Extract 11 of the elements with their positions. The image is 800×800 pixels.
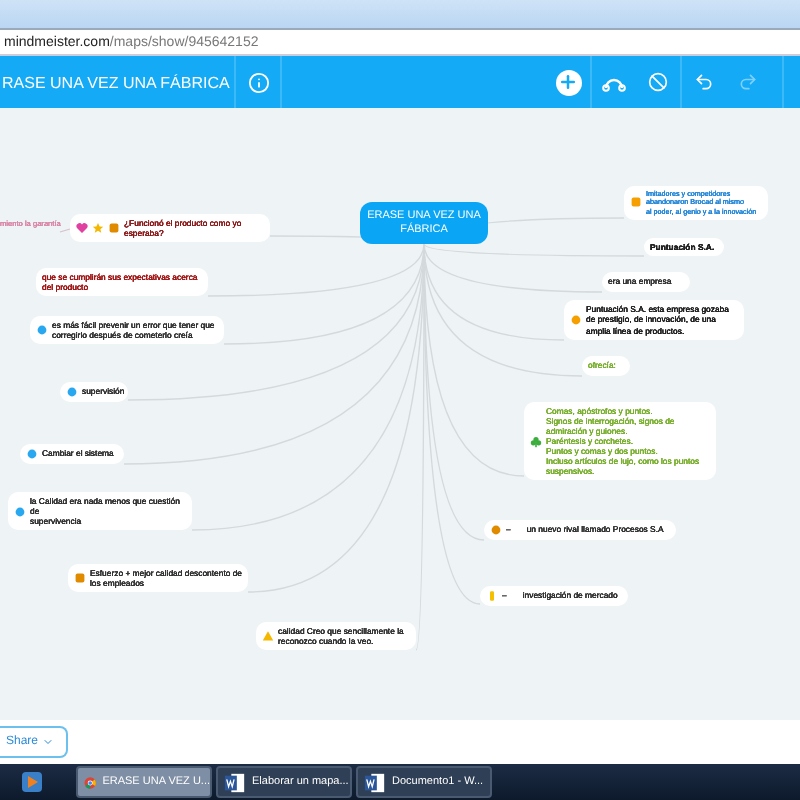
app-icon[interactable] — [20, 770, 44, 794]
undo-icon — [694, 72, 714, 92]
browser-icon — [84, 771, 97, 793]
block-icon — [648, 72, 668, 92]
caret-icon — [42, 736, 55, 748]
plus-icon — [555, 69, 581, 95]
document-icon — [224, 771, 246, 793]
redo-icon — [738, 72, 758, 92]
info-icon — [247, 71, 269, 93]
connector-line — [59, 228, 71, 233]
document-icon — [364, 771, 386, 793]
